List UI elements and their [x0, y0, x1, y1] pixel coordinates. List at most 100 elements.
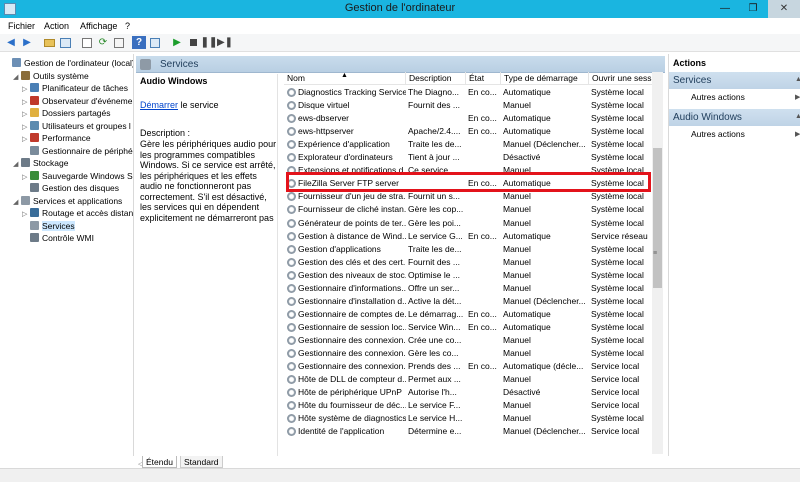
menu-action[interactable]: Action	[44, 21, 69, 31]
service-row[interactable]: Gestion d'applications Traite les de... Ma…	[284, 243, 656, 256]
service-row[interactable]: Gestionnaire d'installation d... Active l…	[284, 295, 656, 308]
menu-affichage[interactable]: Affichage	[80, 21, 117, 31]
service-state	[466, 399, 501, 412]
service-row[interactable]: Gestionnaire de comptes de... Le démarrag…	[284, 308, 656, 321]
actions-group-services[interactable]: Services	[669, 72, 800, 89]
service-row[interactable]: Identité de l'application Détermine e... M…	[284, 425, 656, 438]
service-state: En co...	[468, 321, 497, 332]
service-startup-type: Automatique	[503, 126, 551, 137]
actions-more-services[interactable]: Autres actions	[691, 92, 745, 102]
actions-more-audio[interactable]: Autres actions	[691, 129, 745, 139]
service-startup-type: Manuel	[503, 100, 531, 111]
properties-icon[interactable]	[148, 36, 162, 49]
collapse-icon[interactable]: ▲	[795, 113, 800, 120]
service-logon: Service local	[591, 374, 640, 385]
tree-item[interactable]: ◢ Outils système	[13, 70, 89, 82]
service-row[interactable]: Hôte de périphérique UPnP Autorise l'h...…	[284, 386, 656, 399]
service-row[interactable]: Gestionnaire de session loc... Service Wi…	[284, 321, 656, 334]
forward-icon[interactable]: ▶	[20, 36, 34, 49]
column-header-startup-type[interactable]: Type de démarrage	[501, 72, 589, 85]
tree-item[interactable]: ▷ Dossiers partagés	[22, 107, 111, 119]
tree-item[interactable]: ▷ Sauvegarde Windows S	[22, 170, 133, 182]
column-header-logon[interactable]: Ouvrir une sessi	[589, 72, 656, 85]
menu-help[interactable]: ?	[125, 21, 130, 31]
pause-service-icon[interactable]: ❚❚	[201, 36, 218, 49]
tree-item[interactable]: ▷ Routage et accès distan	[22, 207, 133, 219]
show-tree-icon[interactable]	[58, 36, 72, 49]
scrollbar-thumb[interactable]	[653, 148, 662, 288]
tree-item[interactable]: ◢ Stockage	[13, 157, 68, 169]
export-list-icon[interactable]	[112, 36, 126, 49]
export-icon[interactable]	[80, 36, 94, 49]
menu-fichier[interactable]: Fichier	[8, 21, 35, 31]
service-state: En co...	[468, 361, 497, 372]
service-row[interactable]: Gestionnaire des connexion... Prends des …	[284, 360, 656, 373]
tree-node-icon	[30, 208, 39, 217]
service-row[interactable]: Gestionnaire d'informations... Offre un s…	[284, 282, 656, 295]
tree-item[interactable]: ▷ Observateur d'événeme	[22, 95, 132, 107]
service-gear-icon	[287, 192, 296, 202]
restart-service-icon[interactable]: ▶❚	[217, 36, 233, 49]
close-button[interactable]: ✕	[768, 0, 800, 18]
tab-standard[interactable]: Standard	[180, 456, 223, 468]
maximize-button[interactable]: ❐	[740, 0, 766, 18]
tree-node-icon	[30, 133, 39, 142]
service-row[interactable]: Fournisseur d'un jeu de stra... Fournit u…	[284, 190, 656, 203]
service-name: Gestionnaire des connexion...	[298, 348, 406, 358]
back-icon[interactable]: ◀	[4, 36, 18, 49]
column-header-name[interactable]: Nom ▲	[284, 72, 406, 85]
stop-service-icon[interactable]	[186, 36, 200, 49]
service-row[interactable]: Générateur de points de ter... Gère les p…	[284, 217, 656, 230]
service-row[interactable]: ews-dbserver En co... Automatique Système l…	[284, 112, 656, 125]
tree-item[interactable]: Gestion de l'ordinateur (local)	[4, 57, 133, 69]
service-logon: Service réseau	[591, 230, 648, 241]
service-name: Gestionnaire de comptes de...	[298, 308, 406, 319]
service-gear-icon	[287, 101, 296, 111]
service-row[interactable]: Disque virtuel Fournit des ... Manuel Systè…	[284, 99, 656, 112]
service-row[interactable]: Hôte de DLL de compteur d... Permet aux .…	[284, 373, 656, 386]
refresh-icon[interactable]: ⟳	[96, 36, 110, 49]
tree-item[interactable]: Gestion des disques	[22, 182, 119, 194]
services-gear-icon	[140, 59, 151, 70]
service-gear-icon	[287, 218, 296, 228]
service-row[interactable]: Expérience d'application Traite les de...…	[284, 138, 656, 151]
services-header-title: Services	[160, 59, 199, 70]
tree-item[interactable]: ▷ Performance	[22, 132, 91, 144]
start-service-link[interactable]: Démarrer	[140, 100, 178, 110]
expand-arrow-icon[interactable]: ◢	[13, 72, 21, 84]
service-logon: Service local	[591, 400, 640, 411]
filezilla-highlight-box	[286, 172, 651, 192]
service-row[interactable]: Explorateur d'ordinateurs Tient à jour ..…	[284, 151, 656, 164]
service-row[interactable]: ews-httpserver Apache/2.4.... En co... Auto…	[284, 125, 656, 138]
column-header-state[interactable]: État	[466, 72, 501, 85]
collapse-icon[interactable]: ▲	[795, 76, 800, 83]
expand-arrow-icon[interactable]: ◢	[13, 159, 21, 171]
service-gear-icon	[287, 153, 296, 163]
service-row[interactable]: Gestion à distance de Wind... Le service …	[284, 230, 656, 243]
services-scrollbar[interactable]: ≡	[652, 72, 663, 454]
up-folder-icon[interactable]	[42, 36, 56, 49]
tree-item[interactable]: Gestionnaire de périphé	[22, 145, 133, 157]
service-row[interactable]: Gestion des clés et des cert... Fournit d…	[284, 256, 656, 269]
start-service-icon[interactable]: ▶	[170, 36, 184, 49]
service-row[interactable]: Diagnostics Tracking Service The Diagno..…	[284, 86, 656, 99]
tree-item[interactable]: ▷ Utilisateurs et groupes l	[22, 120, 131, 132]
help-icon[interactable]: ?	[132, 36, 146, 49]
service-row[interactable]: Hôte système de diagnostics Le service H.…	[284, 412, 656, 425]
tab-etendu[interactable]: Étendu	[142, 456, 177, 468]
service-row[interactable]: Fournisseur de cliché instan... Gère les …	[284, 203, 656, 216]
actions-group-audio[interactable]: Audio Windows	[669, 109, 800, 126]
service-row[interactable]: Gestion des niveaux de stoc... Optimise l…	[284, 269, 656, 282]
tree-node-icon	[21, 158, 30, 167]
service-row[interactable]: Hôte du fournisseur de déc... Le service …	[284, 399, 656, 412]
tree-item[interactable]: Services	[22, 220, 75, 232]
service-row[interactable]: Gestionnaire des connexion... Gère les co…	[284, 347, 656, 360]
service-row[interactable]: Gestionnaire des connexion... Crée une co…	[284, 334, 656, 347]
tree-item[interactable]: ▷ Planificateur de tâches	[22, 82, 128, 94]
minimize-button[interactable]: —	[712, 0, 738, 18]
expand-arrow-icon[interactable]: ◢	[13, 197, 21, 209]
column-header-description[interactable]: Description	[406, 72, 466, 85]
service-logon: Système local	[591, 321, 644, 332]
tree-item[interactable]: ◢ Services et applications	[13, 195, 122, 207]
tree-item[interactable]: Contrôle WMI	[22, 232, 94, 244]
